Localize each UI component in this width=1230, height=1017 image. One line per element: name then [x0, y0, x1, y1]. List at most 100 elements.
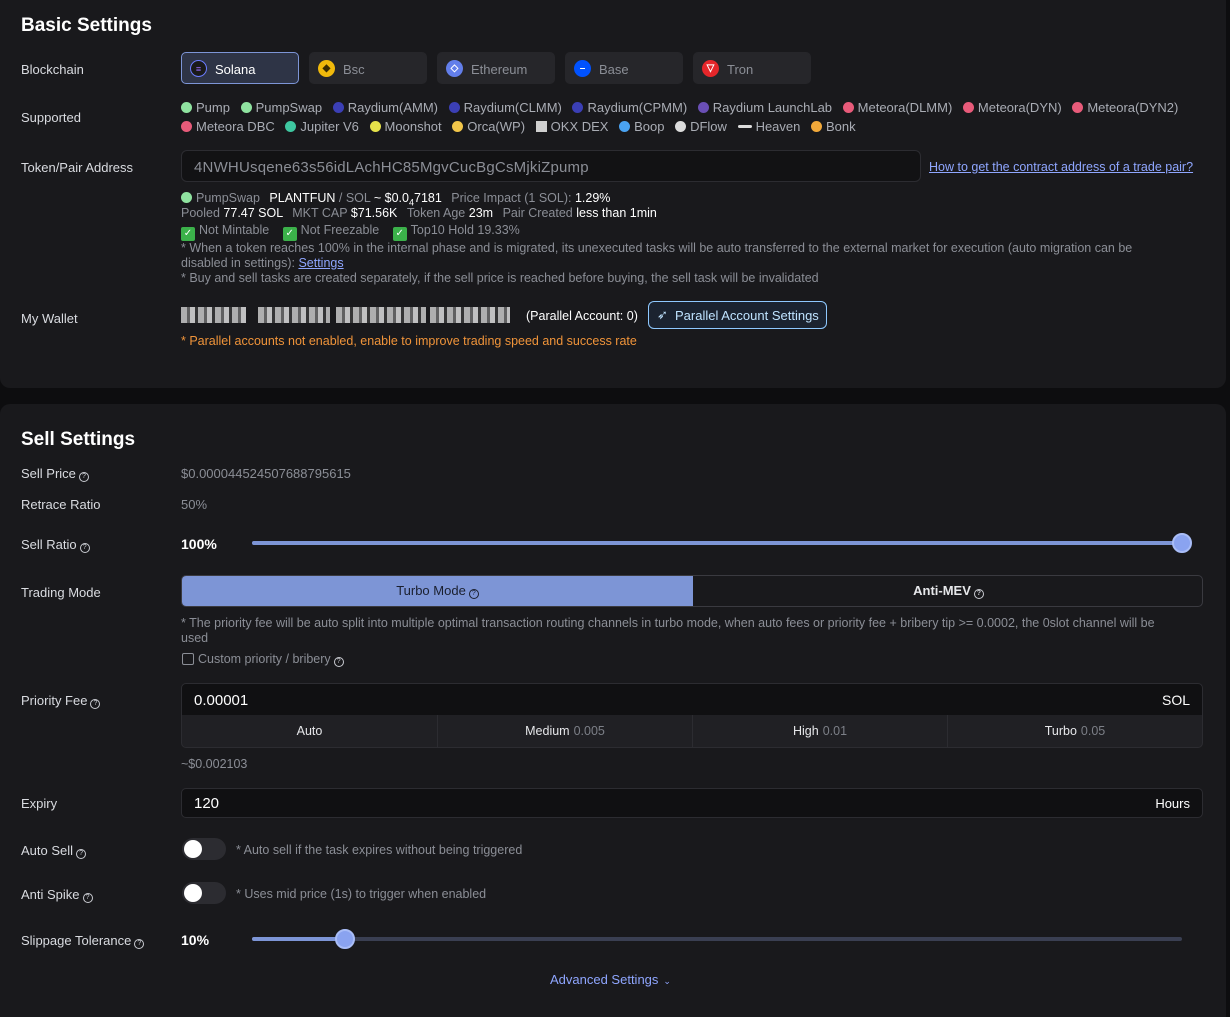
dex-item: OKX DEX	[535, 119, 608, 134]
help-icon[interactable]: ?	[76, 849, 87, 859]
bonk-icon	[811, 121, 822, 132]
dex-list-row1: Pump PumpSwap Raydium(AMM) Raydium(CLMM)…	[181, 100, 1185, 115]
pumpswap-icon	[181, 192, 192, 203]
help-icon[interactable]: ?	[333, 657, 344, 667]
anti-spike-toggle[interactable]	[182, 882, 226, 904]
tier-auto[interactable]: Auto	[182, 715, 438, 747]
sell-ratio-slider-thumb[interactable]	[1172, 533, 1192, 553]
boop-icon	[619, 121, 631, 132]
chain-name: Base	[599, 62, 629, 77]
custom-priority-checkbox[interactable]: Custom priority / bribery?	[182, 652, 344, 667]
dex-item: Raydium(AMM)	[332, 100, 438, 115]
dex-item: Pump	[181, 100, 230, 115]
chain-solana[interactable]: ≡ Solana	[181, 52, 299, 84]
base-icon: –	[574, 60, 591, 77]
pair-info-line2: Pooled 77.47 SOL MKT CAP $71.56K Token A…	[181, 206, 657, 220]
tier-medium[interactable]: Medium 0.005	[438, 715, 693, 747]
launchlab-icon	[697, 102, 709, 113]
chain-bsc[interactable]: ◆ Bsc	[309, 52, 427, 84]
turbo-mode-option[interactable]: Turbo Mode?	[182, 576, 693, 606]
priority-fee-value: 0.00001	[194, 692, 249, 709]
tier-turbo[interactable]: Turbo 0.05	[948, 715, 1202, 747]
checkbox[interactable]	[182, 653, 194, 665]
dex-item: Raydium LaunchLab	[697, 100, 832, 115]
help-icon[interactable]: ?	[79, 543, 90, 553]
migration-note: * When a token reaches 100% in the inter…	[181, 241, 1133, 255]
priority-fee-input[interactable]: 0.00001 SOL	[181, 683, 1203, 717]
trading-mode-label: Trading Mode	[21, 585, 101, 600]
wallet-address-blurred	[336, 307, 426, 323]
anti-mev-option[interactable]: Anti-MEV?	[693, 576, 1202, 606]
auto-sell-label: Auto Sell?	[21, 843, 87, 859]
chevron-down-icon: ⌄	[663, 976, 671, 986]
check-icon: ✓	[392, 227, 407, 241]
help-icon: ?	[468, 589, 479, 599]
basic-settings-title: Basic Settings	[21, 15, 152, 36]
help-icon: ?	[973, 589, 984, 599]
help-contract-link[interactable]: How to get the contract address of a tra…	[929, 160, 1193, 174]
parallel-warning: * Parallel accounts not enabled, enable …	[181, 334, 637, 348]
tier-high[interactable]: High 0.01	[693, 715, 948, 747]
expiry-unit: Hours	[1155, 796, 1190, 811]
turbo-note: * The priority fee will be auto split in…	[181, 616, 1155, 630]
expiry-label: Expiry	[21, 796, 58, 811]
advanced-settings-toggle[interactable]: Advanced Settings ⌄	[550, 972, 671, 987]
priority-fee-usd: ~$0.002103	[181, 757, 248, 771]
sell-price-label: Sell Price?	[21, 466, 89, 482]
dex-item: Raydium(CLMM)	[448, 100, 562, 115]
meteora-icon	[962, 102, 974, 113]
chain-base[interactable]: – Base	[565, 52, 683, 84]
dex-list-row2: Meteora DBC Jupiter V6 Moonshot Orca(WP)…	[181, 119, 863, 134]
jupiter-icon	[285, 121, 297, 132]
slippage-slider-track[interactable]	[252, 937, 1182, 941]
dex-item: Meteora(DYN2)	[1072, 100, 1178, 115]
dex-item: Meteora(DYN)	[962, 100, 1062, 115]
okx-icon	[535, 121, 547, 132]
chain-name: Solana	[215, 62, 256, 77]
slippage-slider-thumb[interactable]	[335, 929, 355, 949]
auto-sell-toggle[interactable]	[182, 838, 226, 860]
wallet-address-blurred	[258, 307, 330, 323]
priority-fee-unit: SOL	[1161, 692, 1190, 708]
help-icon[interactable]: ?	[78, 472, 89, 482]
security-checks: ✓ Not Mintable ✓ Not Freezable ✓ Top10 Hold…	[181, 223, 520, 241]
dex-item: Jupiter V6	[285, 119, 359, 134]
expiry-value: 120	[194, 795, 220, 812]
sell-price-value: $0.000044524507688795615	[181, 466, 351, 481]
dex-item: Heaven	[737, 119, 800, 134]
auto-sell-note: * Auto sell if the task expires without …	[236, 843, 523, 857]
token-address-label: Token/Pair Address	[21, 160, 134, 175]
raydium-icon	[448, 102, 460, 113]
dex-item: Raydium(CPMM)	[572, 100, 687, 115]
solana-icon: ≡	[190, 60, 207, 77]
help-icon[interactable]: ?	[90, 699, 101, 709]
sell-settings-title: Sell Settings	[21, 429, 136, 450]
dex-item: Meteora DBC	[181, 119, 275, 134]
dflow-icon	[675, 121, 687, 132]
supported-label: Supported	[21, 110, 81, 125]
dex-item: Bonk	[811, 119, 856, 134]
retrace-ratio-value: 50%	[181, 497, 208, 512]
expiry-input[interactable]: 120 Hours	[181, 788, 1203, 818]
sell-settings-panel: Sell Settings Sell Price? $0.00004452450…	[0, 404, 1226, 1017]
heaven-icon	[737, 125, 752, 128]
meteora-icon	[181, 121, 192, 132]
anti-spike-label: Anti Spike?	[21, 887, 93, 903]
help-icon[interactable]: ?	[82, 893, 93, 903]
dex-item: DFlow	[675, 119, 727, 134]
anti-spike-note: * Uses mid price (1s) to trigger when en…	[236, 887, 487, 901]
priority-fee-label: Priority Fee?	[21, 693, 101, 709]
settings-link[interactable]: Settings	[298, 256, 343, 270]
help-icon[interactable]: ?	[134, 939, 145, 949]
chain-tron[interactable]: ▽ Tron	[693, 52, 811, 84]
chain-ethereum[interactable]: ◇ Ethereum	[437, 52, 555, 84]
sell-ratio-label: Sell Ratio?	[21, 537, 90, 553]
token-address-input[interactable]: 4NWHUsqene63s56idLAchHC85MgvCucBgCsMjkiZ…	[181, 150, 921, 182]
wallet-address-blurred	[181, 307, 246, 323]
pumpswap-icon	[240, 102, 252, 113]
turbo-note-cont: used	[181, 631, 209, 645]
ethereum-icon: ◇	[446, 60, 463, 77]
check-icon: ✓	[282, 227, 297, 241]
parallel-account-settings-button[interactable]: ➶ Parallel Account Settings	[648, 301, 827, 329]
priority-fee-tiers: Auto Medium 0.005 High 0.01 Turbo 0.05	[181, 715, 1203, 748]
